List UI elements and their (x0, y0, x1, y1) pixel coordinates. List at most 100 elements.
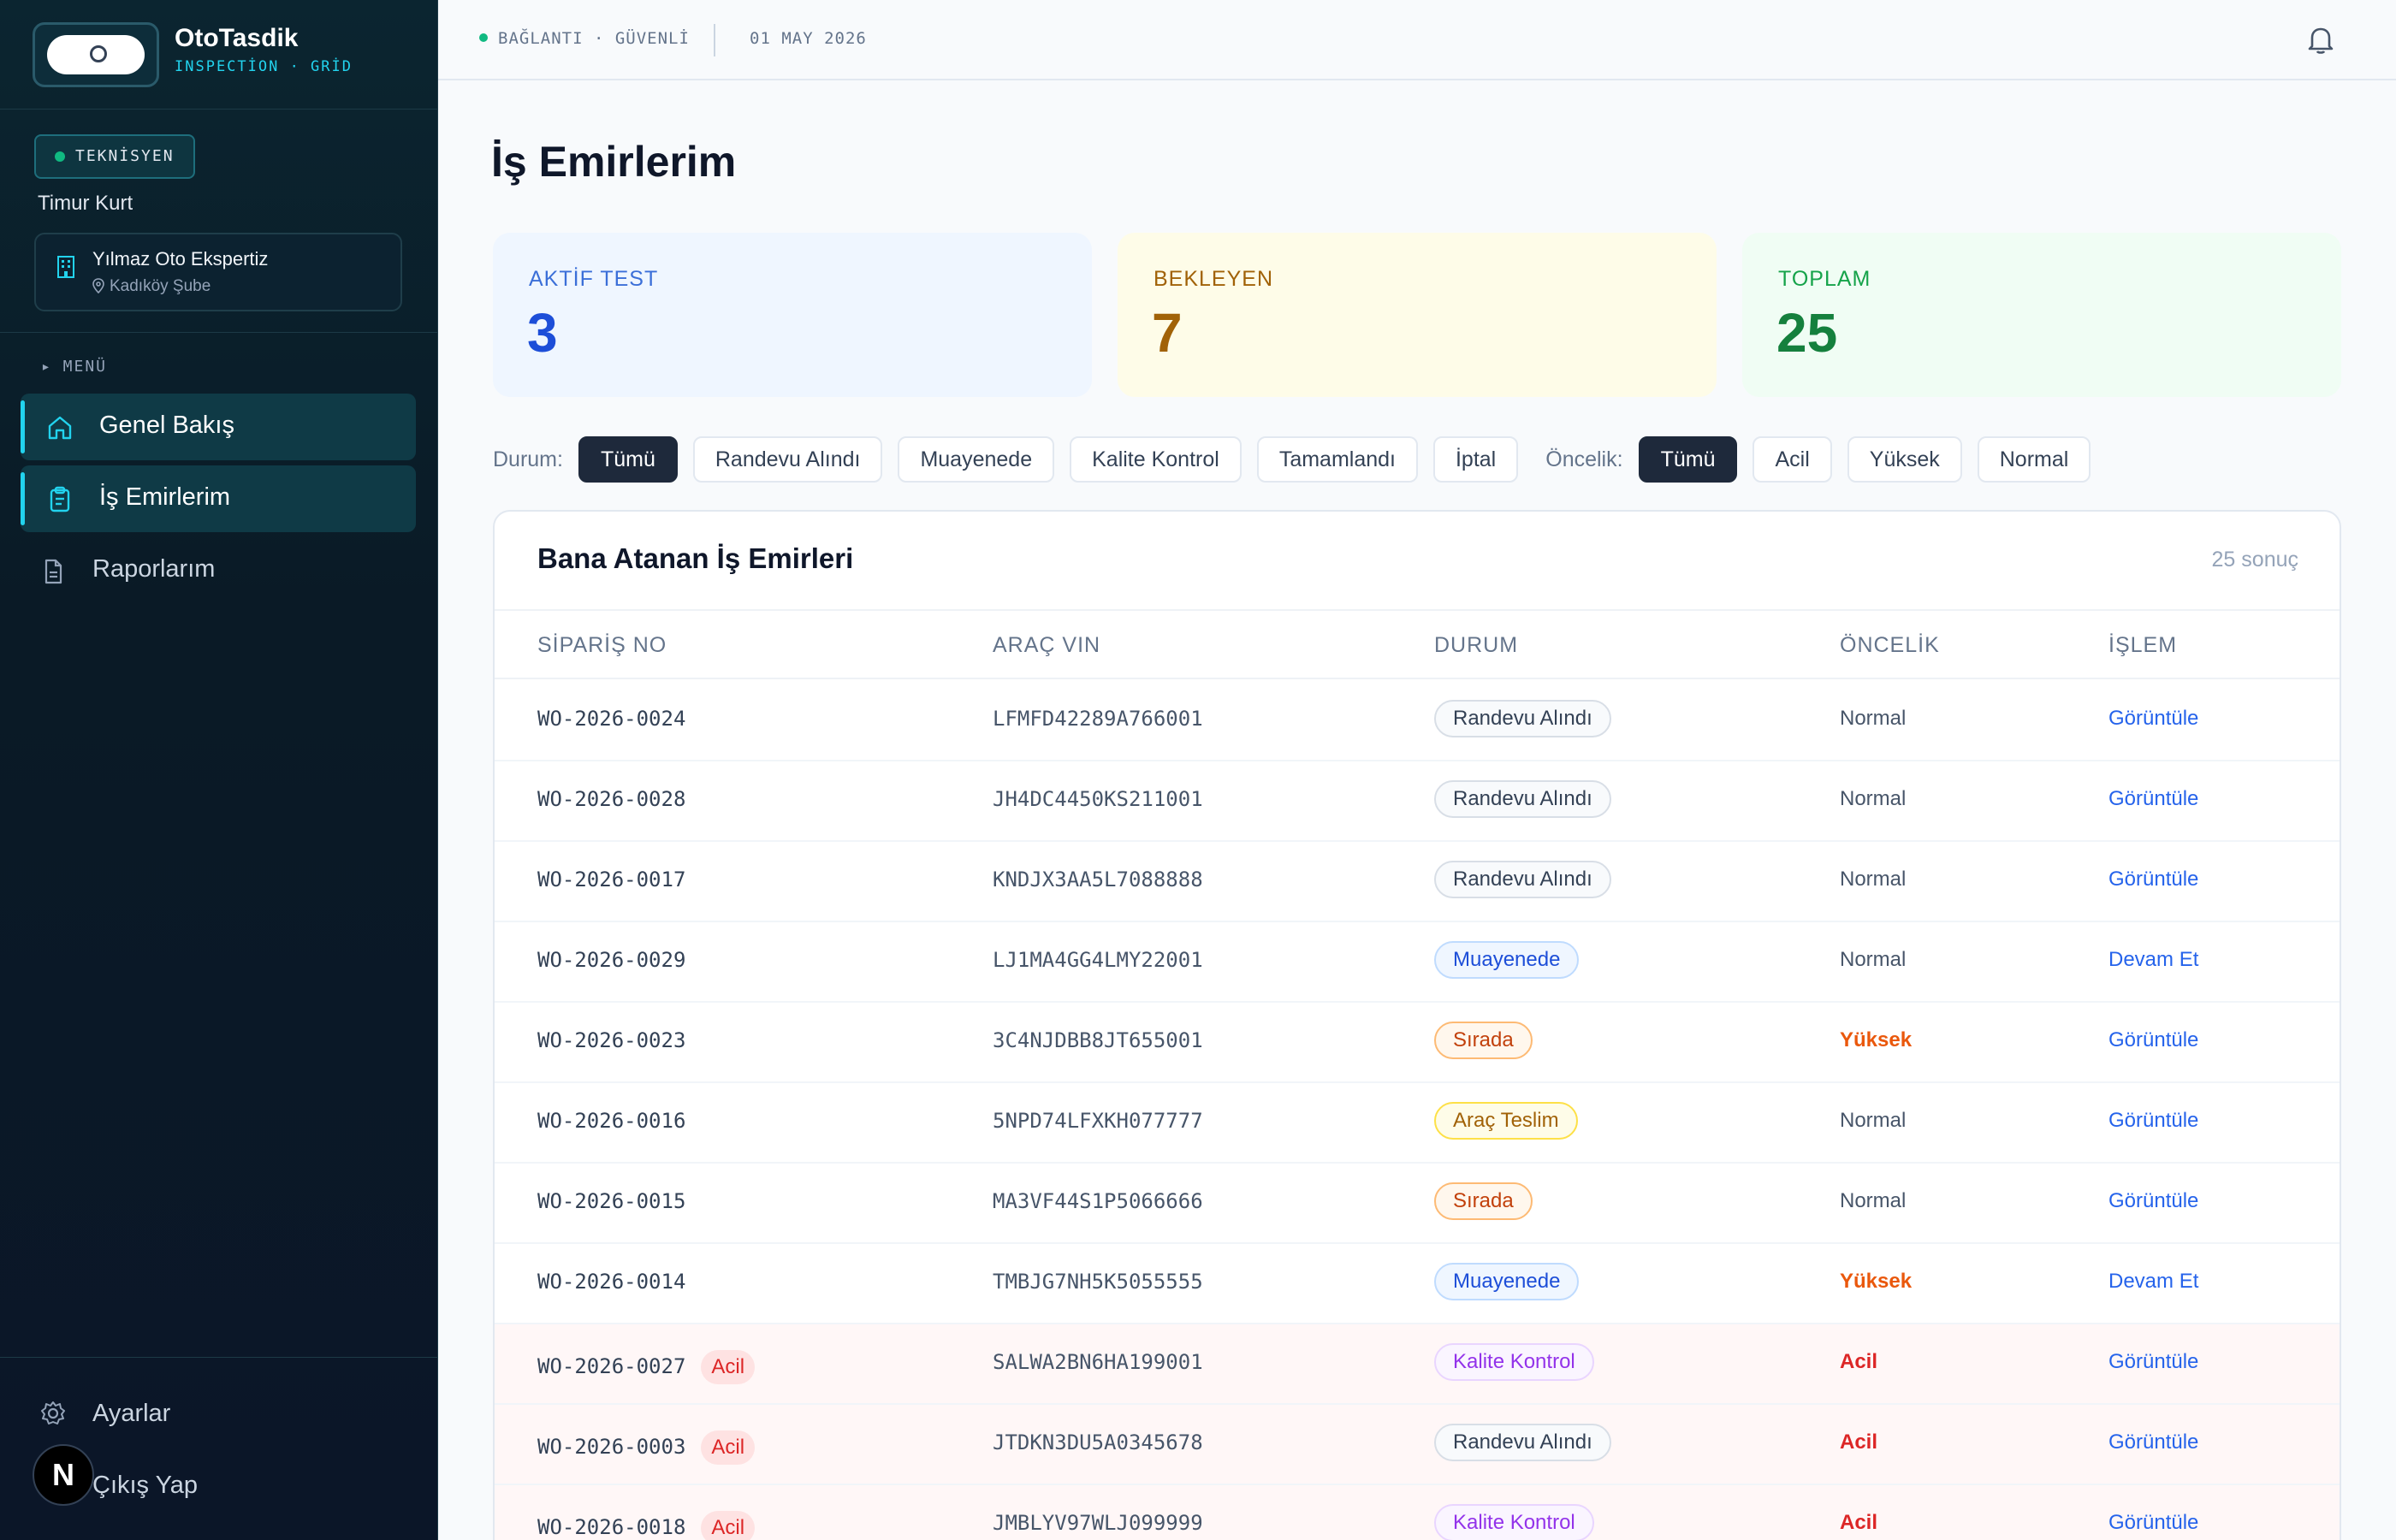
row-action-link[interactable]: Devam Et (2108, 1270, 2198, 1294)
role-label: TEKNİSYEN (75, 147, 175, 165)
user-name: Timur Kurt (38, 192, 133, 215)
stat-label: AKTİF TEST (529, 267, 659, 291)
row-action-link[interactable]: Görüntüle (2108, 1430, 2198, 1454)
column-header-action: İŞLEM (2108, 633, 2178, 657)
row-action-link[interactable]: Görüntüle (2108, 1511, 2198, 1535)
vehicle-vin: LJ1MA4GG4LMY22001 (993, 948, 1203, 972)
column-header-vin[interactable]: ARAÇ VIN (993, 633, 1100, 658)
status-badge: Sırada (1434, 1182, 1533, 1220)
current-date: 01 MAY 2026 (750, 29, 867, 48)
priority-filter-all[interactable]: Tümü (1638, 436, 1738, 483)
priority-label: Acil (1840, 1350, 1878, 1373)
status-filter-randevu[interactable]: Randevu Alındı (692, 436, 883, 483)
priority-label: Acil (1840, 1511, 1878, 1534)
connection-dot (479, 33, 488, 42)
status-cell: Sırada (1434, 1182, 1533, 1220)
stat-card-active: AKTİF TEST 3 (493, 233, 1092, 397)
table-row[interactable]: WO-2026-0029 LJ1MA4GG4LMY22001 Muayenede No… (495, 922, 2340, 1003)
result-count: 25 sonuç (2211, 548, 2298, 572)
logo-pill (47, 35, 145, 74)
settings-label: Ayarlar (92, 1400, 171, 1427)
role-badge: TEKNİSYEN (34, 134, 195, 179)
vehicle-vin: SALWA2BN6HA199001 (993, 1350, 1203, 1374)
priority-label: Acil (1840, 1430, 1878, 1454)
priority-label: Normal (1840, 868, 1907, 891)
company-branch: Kadıköy Şube (92, 277, 211, 296)
brand-logo[interactable] (33, 22, 159, 87)
avatar[interactable]: N (33, 1444, 94, 1506)
connection-label: BAĞLANTI · GÜVENLİ (498, 29, 690, 48)
table-row[interactable]: WO-2026-0018 Acil JMBLYV97WLJ099999 Kalite … (495, 1485, 2340, 1540)
topbar-divider (714, 24, 715, 56)
status-filter-kalite[interactable]: Kalite Kontrol (1070, 436, 1242, 483)
priority-filter-normal[interactable]: Normal (1977, 436, 2091, 483)
priority-label: Normal (1840, 707, 1907, 730)
brand-name: OtoTasdik (175, 24, 299, 52)
order-number: WO-2026-0028 (537, 787, 685, 811)
row-action-link[interactable]: Görüntüle (2108, 868, 2198, 891)
table-row[interactable]: WO-2026-0028 JH4DC4450KS211001 Randevu Alı… (495, 761, 2340, 842)
order-number: WO-2026-0027 Acil (537, 1350, 756, 1384)
priority-label: Yüksek (1840, 1270, 1913, 1293)
row-action-link[interactable]: Devam Et (2108, 948, 2198, 972)
table-row[interactable]: WO-2026-0016 5NPD74LFXKH077777 Araç Teslim… (495, 1083, 2340, 1164)
row-action-link[interactable]: Görüntüle (2108, 1109, 2198, 1133)
table-row[interactable]: WO-2026-0017 KNDJX3AA5L7088888 Randevu Alı… (495, 842, 2340, 922)
stat-value: 25 (1776, 302, 1838, 364)
location-pin-icon (92, 278, 104, 293)
brand-header: OtoTasdik INSPECTİON · GRİD (0, 0, 438, 110)
nav-label: Genel Bakış (99, 412, 234, 439)
role-status-dot (55, 151, 65, 162)
order-number: WO-2026-0017 (537, 868, 685, 891)
order-number: WO-2026-0024 (537, 707, 685, 731)
status-filter-tamamlandi[interactable]: Tamamlandı (1256, 436, 1418, 483)
urgent-tag: Acil (701, 1350, 756, 1384)
priority-filter-yuksek[interactable]: Yüksek (1847, 436, 1962, 483)
table-row[interactable]: WO-2026-0024 LFMFD42289A766001 Randevu Alı… (495, 681, 2340, 761)
table-row[interactable]: WO-2026-0003 Acil JTDKN3DU5A0345678 Randevu… (495, 1405, 2340, 1485)
column-header-priority[interactable]: ÖNCELİK (1840, 633, 1940, 658)
vehicle-vin: JTDKN3DU5A0345678 (993, 1430, 1203, 1454)
vehicle-vin: TMBJG7NH5K5055555 (993, 1270, 1203, 1294)
status-filter-iptal[interactable]: İptal (1432, 436, 1519, 483)
status-filter-muayenede[interactable]: Muayenede (898, 436, 1055, 483)
order-number-text: WO-2026-0015 (537, 1189, 686, 1213)
status-badge: Randevu Alındı (1434, 700, 1611, 737)
order-number-text: WO-2026-0023 (537, 1028, 686, 1052)
priority-filter-acil[interactable]: Acil (1753, 436, 1832, 483)
row-action-link[interactable]: Görüntüle (2108, 707, 2198, 731)
status-cell: Muayenede (1434, 941, 1580, 979)
status-cell: Randevu Alındı (1434, 1424, 1611, 1461)
nav-item-is-emirlerim[interactable]: İş Emirlerim (21, 465, 416, 532)
row-action-link[interactable]: Görüntüle (2108, 1350, 2198, 1374)
order-number: WO-2026-0023 (537, 1028, 685, 1052)
table-row[interactable]: WO-2026-0015 MA3VF44S1P5066666 Sırada Norma… (495, 1164, 2340, 1244)
vehicle-vin: JH4DC4450KS211001 (993, 787, 1203, 811)
row-action-link[interactable]: Görüntüle (2108, 1028, 2198, 1052)
table-row[interactable]: WO-2026-0023 3C4NJDBB8JT655001 Sırada Yükse… (495, 1003, 2340, 1083)
stat-label: TOPLAM (1778, 267, 1871, 291)
top-bar: BAĞLANTI · GÜVENLİ 01 MAY 2026 (438, 0, 2396, 80)
menu-heading: ▸ MENÜ (41, 358, 108, 376)
status-badge: Kalite Kontrol (1434, 1343, 1594, 1381)
row-action-link[interactable]: Görüntüle (2108, 787, 2198, 811)
column-header-order[interactable]: SİPARİŞ NO (537, 633, 667, 658)
company-card: Yılmaz Oto Ekspertiz Kadıköy Şube (34, 233, 402, 311)
status-filter-all[interactable]: Tümü (578, 436, 678, 483)
order-number-text: WO-2026-0003 (537, 1435, 686, 1459)
column-header-status[interactable]: DURUM (1434, 633, 1518, 658)
status-cell: Araç Teslim (1434, 1102, 1578, 1140)
status-cell: Sırada (1434, 1022, 1533, 1059)
row-action-link[interactable]: Görüntüle (2108, 1189, 2198, 1213)
stat-value: 7 (1152, 302, 1183, 364)
order-number-text: WO-2026-0017 (537, 868, 686, 891)
nav-label: İş Emirlerim (99, 483, 231, 511)
order-number-text: WO-2026-0027 (537, 1354, 686, 1378)
nav-item-raporlarim[interactable]: Raporlarım (21, 537, 416, 604)
table-row[interactable]: WO-2026-0014 TMBJG7NH5K5055555 Muayenede Yü… (495, 1244, 2340, 1324)
nav-item-genel-bakis[interactable]: Genel Bakış (21, 394, 416, 460)
table-row[interactable]: WO-2026-0027 Acil SALWA2BN6HA199001 Kalite … (495, 1324, 2340, 1405)
bell-icon[interactable] (2304, 22, 2338, 56)
vehicle-vin: MA3VF44S1P5066666 (993, 1189, 1203, 1213)
clipboard-icon (50, 486, 70, 512)
